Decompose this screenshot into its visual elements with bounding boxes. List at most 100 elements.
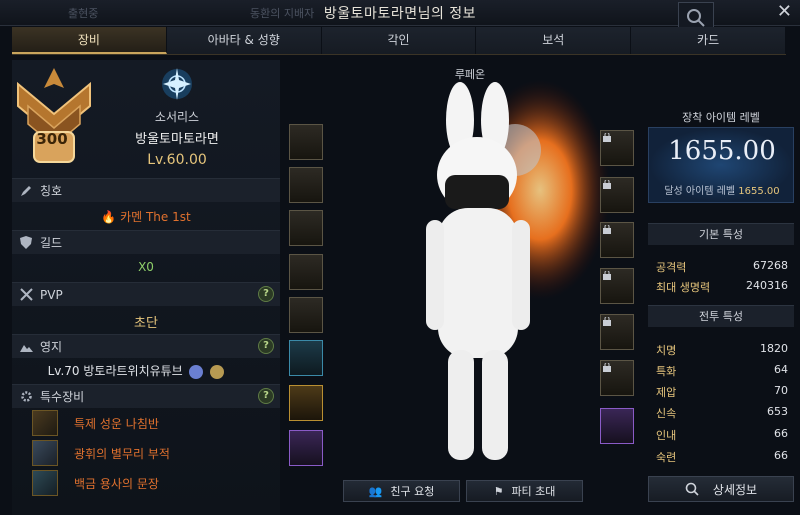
party-invite-label: 파티 초대 xyxy=(511,485,556,498)
detail-info-label: 상세정보 xyxy=(712,482,758,497)
tab-bar: 장비 아바타 & 성향 각인 보석 카드 xyxy=(12,27,786,55)
shield-icon xyxy=(18,235,34,251)
estate-value-text: Lv.70 방토라트위치유튜브 xyxy=(47,364,183,378)
earring-slot-1[interactable] xyxy=(600,177,634,213)
flame-icon: 🔥 xyxy=(101,210,117,224)
lock-icon xyxy=(603,133,611,142)
ring-slot-2[interactable] xyxy=(600,314,634,350)
friend-request-button[interactable]: 👥 친구 요청 xyxy=(343,480,460,502)
stat-value: 1820 xyxy=(760,342,788,355)
tab-engraving[interactable]: 각인 xyxy=(321,27,477,54)
stat-row: 인내 66 xyxy=(656,427,788,443)
achieved-item-level: 달성 아이템 레벨 1655.00 xyxy=(649,182,795,197)
tab-card[interactable]: 카드 xyxy=(631,27,786,54)
shoulder-slot[interactable] xyxy=(289,167,323,203)
section-special-label: 특수장비 xyxy=(40,390,85,404)
gear-icon xyxy=(18,389,34,405)
flag-icon: ⚑ xyxy=(493,484,504,498)
gloves-slot[interactable] xyxy=(289,297,323,333)
section-title-label: 칭호 xyxy=(40,184,63,198)
estate-value: Lv.70 방토라트위치유튜브 xyxy=(2,362,270,379)
help-icon[interactable]: ? xyxy=(258,286,274,302)
stone-slot[interactable] xyxy=(289,430,323,466)
stat-row: 신속 653 xyxy=(656,405,788,421)
stat-name: 신속 xyxy=(656,407,677,420)
section-estate-label: 영지 xyxy=(40,340,63,354)
search-icon xyxy=(685,482,699,496)
stat-name: 치명 xyxy=(656,344,677,357)
weapon-slot[interactable] xyxy=(289,340,323,376)
achieved-label: 달성 아이템 레벨 xyxy=(664,186,736,197)
achieved-value: 1655.00 xyxy=(738,186,780,197)
bracelet-slot[interactable] xyxy=(600,360,634,396)
stat-name: 제압 xyxy=(656,386,677,399)
stat-name: 특화 xyxy=(656,365,677,378)
help-icon[interactable]: ? xyxy=(258,388,274,404)
lock-icon xyxy=(603,317,611,326)
special-item[interactable]: 광휘의 별무리 부적 xyxy=(32,440,170,466)
friend-request-label: 친구 요청 xyxy=(390,485,435,498)
ability-stone-slot[interactable] xyxy=(600,408,634,444)
compass-icon xyxy=(32,410,58,436)
chest-slot[interactable] xyxy=(289,210,323,246)
section-estate: 영지 ? xyxy=(12,334,280,358)
stat-name: 숙련 xyxy=(656,451,677,464)
helmet-slot[interactable] xyxy=(289,124,323,160)
stat-value: 66 xyxy=(774,427,788,440)
detail-info-button[interactable]: 상세정보 xyxy=(648,476,794,502)
rank-value: 300 xyxy=(36,130,68,148)
rank-emblem-icon xyxy=(17,68,91,163)
guild-value: X0 xyxy=(138,260,154,274)
stat-value: 66 xyxy=(774,449,788,462)
estate-badge-icon xyxy=(188,364,203,379)
profile-panel: 300 소서리스 방울토마토라면 Lv.60.00 칭호 🔥 카멘 The 1s… xyxy=(12,60,280,515)
title-bar: 출현중 동환의 지배자 방울토마토라면님의 정보 ✕ xyxy=(0,0,800,32)
lock-icon xyxy=(603,225,611,234)
stat-row: 제압 70 xyxy=(656,384,788,400)
stats-panel: 장착 아이템 레벨 1655.00 달성 아이템 레벨 1655.00 기본 특… xyxy=(648,97,794,472)
charm-icon xyxy=(32,440,58,466)
crest-icon xyxy=(32,470,58,496)
section-guild: 길드 xyxy=(12,230,280,254)
lock-icon xyxy=(603,271,611,280)
sorceress-class-icon xyxy=(162,68,192,100)
character-name: 방울토마토라면 xyxy=(135,132,219,147)
help-icon[interactable]: ? xyxy=(258,338,274,354)
tab-equipment[interactable]: 장비 xyxy=(12,27,167,54)
pvp-value: 초단 xyxy=(134,316,158,331)
section-pvp: PVP ? xyxy=(12,282,280,306)
special-item[interactable]: 특제 성운 나침반 xyxy=(32,410,159,436)
people-icon: 👥 xyxy=(368,484,383,498)
stat-value: 653 xyxy=(767,405,788,418)
section-special: 특수장비 ? xyxy=(12,384,280,408)
close-icon[interactable]: ✕ xyxy=(777,1,792,22)
estate-medal-icon xyxy=(210,364,225,379)
stat-row: 숙련 66 xyxy=(656,449,788,465)
face-accessory-slot[interactable] xyxy=(289,385,323,421)
combat-stats-header: 전투 특성 xyxy=(648,305,794,327)
ring-slot-1[interactable] xyxy=(600,268,634,304)
search-icon xyxy=(687,9,705,27)
tab-avatar[interactable]: 아바타 & 성향 xyxy=(166,27,322,54)
pants-slot[interactable] xyxy=(289,254,323,290)
party-invite-button[interactable]: ⚑ 파티 초대 xyxy=(466,480,583,502)
title-value-text: 카멘 The 1st xyxy=(120,210,191,224)
earring-slot-2[interactable] xyxy=(600,222,634,258)
special-item-name: 특제 성운 나침반 xyxy=(74,416,159,431)
special-item[interactable]: 백금 용사의 문장 xyxy=(32,470,159,496)
basic-stats-header: 기본 특성 xyxy=(648,223,794,245)
item-level-header: 장착 아이템 레벨 xyxy=(682,111,760,124)
section-title: 칭호 xyxy=(12,178,280,202)
stat-value: 67268 xyxy=(753,259,788,272)
stat-row: 최대 생명력 240316 xyxy=(656,279,788,295)
tab-gem[interactable]: 보석 xyxy=(476,27,632,54)
stat-name: 공격력 xyxy=(656,261,687,274)
necklace-slot[interactable] xyxy=(600,130,634,166)
class-name: 소서리스 xyxy=(154,110,200,124)
special-item-name: 백금 용사의 문장 xyxy=(74,476,159,491)
stat-row: 특화 64 xyxy=(656,363,788,379)
estate-icon xyxy=(18,339,34,355)
stat-name: 최대 생명력 xyxy=(656,281,711,294)
stat-value: 64 xyxy=(774,363,788,376)
stat-name: 인내 xyxy=(656,429,677,442)
